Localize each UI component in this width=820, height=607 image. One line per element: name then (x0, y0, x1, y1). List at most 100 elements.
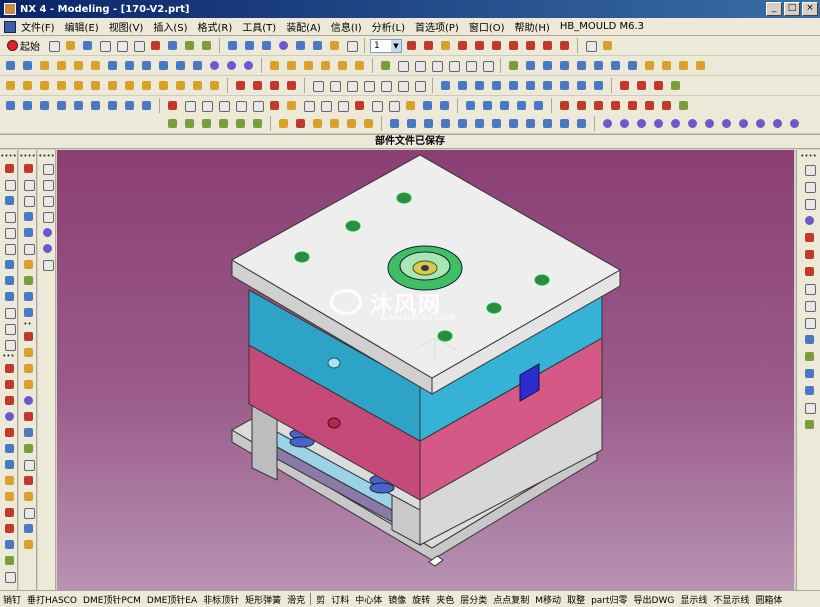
curve-stretch-icon[interactable] (284, 78, 299, 93)
sphere-icon[interactable] (88, 58, 103, 73)
trim-curve-icon[interactable] (122, 78, 137, 93)
intersection-curve-icon[interactable] (54, 78, 69, 93)
cavity-layout-icon[interactable] (71, 98, 86, 113)
side2-tool-10-icon[interactable] (21, 305, 35, 319)
side-tool-9-icon[interactable] (2, 289, 16, 303)
pad-icon[interactable] (156, 58, 171, 73)
cut-icon[interactable] (97, 38, 112, 53)
std-part-9-icon[interactable] (523, 116, 538, 131)
screw-11-icon[interactable] (770, 116, 785, 131)
side-tool-21-icon[interactable] (2, 489, 16, 503)
cross-section-icon[interactable] (327, 116, 342, 131)
trim-mould-icon[interactable] (318, 98, 333, 113)
side2-tool-23-icon[interactable] (21, 521, 35, 535)
polygon-icon[interactable] (327, 78, 342, 93)
screw-7-icon[interactable] (702, 116, 717, 131)
tool-dme-ea[interactable]: DME顶针EA (144, 593, 200, 606)
thickness-analysis-icon[interactable] (199, 116, 214, 131)
side-tool-14-icon[interactable] (2, 377, 16, 391)
screw-3-icon[interactable] (634, 116, 649, 131)
sketch-icon[interactable] (506, 58, 521, 73)
screw-1-icon[interactable] (600, 116, 615, 131)
side-tool-11-icon[interactable] (2, 321, 16, 335)
curve-tool-icon[interactable] (40, 193, 54, 207)
extrude-icon[interactable] (3, 58, 18, 73)
snap-midpoint-icon[interactable] (472, 38, 487, 53)
select-filter-icon[interactable] (438, 38, 453, 53)
toolbar-grip[interactable]: •••• (0, 153, 17, 160)
tool-nonstd-pin[interactable]: 非标顶针 (200, 593, 242, 606)
workpiece-icon[interactable] (54, 98, 69, 113)
side-tool-3-icon[interactable] (2, 193, 16, 207)
right-tool-7-icon[interactable] (802, 264, 816, 278)
screw-10-icon[interactable] (753, 116, 768, 131)
information-icon[interactable] (617, 78, 632, 93)
right-tool-1-icon[interactable] (802, 162, 816, 176)
side2-tool-24-icon[interactable] (21, 537, 35, 551)
intersect-icon[interactable] (241, 58, 256, 73)
menu-analysis[interactable]: 分析(L) (367, 19, 410, 34)
hole-table-icon[interactable] (403, 98, 418, 113)
arc-icon[interactable] (446, 58, 461, 73)
right-tool-15-icon[interactable] (802, 400, 816, 414)
side-tool-26-icon[interactable] (2, 569, 16, 583)
side-tool-23-icon[interactable] (2, 521, 16, 535)
side-tool-15-icon[interactable] (2, 393, 16, 407)
curve-length-icon[interactable] (250, 78, 265, 93)
datum-plane-icon[interactable] (378, 58, 393, 73)
n-sided-surface-icon[interactable] (523, 78, 538, 93)
unite-icon[interactable] (207, 58, 222, 73)
draft-icon[interactable] (318, 58, 333, 73)
std-part-10-icon[interactable] (540, 116, 555, 131)
render-style-icon[interactable] (344, 38, 359, 53)
hole-icon[interactable] (105, 58, 120, 73)
electrode-icon[interactable] (301, 98, 316, 113)
wave-link-icon[interactable] (276, 116, 291, 131)
right-tool-12-icon[interactable] (802, 349, 816, 363)
curve-edit-icon[interactable] (233, 78, 248, 93)
datum-axis-icon[interactable] (395, 58, 410, 73)
right-tool-13-icon[interactable] (802, 366, 816, 380)
zoom-window-icon[interactable] (259, 38, 274, 53)
menu-format[interactable]: 格式(R) (193, 19, 238, 34)
wrap-curve-icon[interactable] (190, 78, 205, 93)
hb-mould-8-icon[interactable] (676, 98, 691, 113)
hb-mould-6-icon[interactable] (642, 98, 657, 113)
text-icon[interactable] (480, 58, 495, 73)
explode-icon[interactable] (344, 116, 359, 131)
side2-tool-13-icon[interactable] (21, 361, 35, 375)
split-body-icon[interactable] (352, 58, 367, 73)
new-file-icon[interactable] (46, 38, 61, 53)
cross-tool-icon[interactable] (40, 257, 54, 271)
fit-view-icon[interactable] (225, 38, 240, 53)
delete-face-icon[interactable] (574, 58, 589, 73)
side2-tool-16-icon[interactable] (21, 409, 35, 423)
side2-tool-1-icon[interactable] (21, 161, 35, 175)
snap-intersection-icon[interactable] (523, 38, 538, 53)
copy-icon[interactable] (114, 38, 129, 53)
basic-curve-icon[interactable] (310, 78, 325, 93)
slope-analysis-icon[interactable] (250, 116, 265, 131)
toolbar-grip[interactable]: •••• (38, 153, 55, 160)
swept-icon[interactable] (472, 78, 487, 93)
work-layer-select[interactable]: 1 ▼ (370, 38, 402, 53)
tool-rotate[interactable]: 旋转 (409, 593, 433, 606)
ejector-pin-icon[interactable] (182, 98, 197, 113)
mate-component-icon[interactable] (497, 98, 512, 113)
line-icon[interactable] (429, 58, 444, 73)
fillet-curve-icon[interactable] (156, 78, 171, 93)
undo-icon[interactable] (165, 38, 180, 53)
pocket-icon[interactable] (139, 58, 154, 73)
right-tool-9-icon[interactable] (802, 298, 816, 312)
general-conic-icon[interactable] (412, 78, 427, 93)
side-tool-1-icon[interactable] (2, 161, 16, 175)
side-tool-8-icon[interactable] (2, 273, 16, 287)
patch-icon[interactable] (625, 58, 640, 73)
snap-point-icon[interactable] (540, 38, 555, 53)
shrinkage-icon[interactable] (37, 98, 52, 113)
ruled-icon[interactable] (489, 78, 504, 93)
divide-curve-icon[interactable] (139, 78, 154, 93)
screw-6-icon[interactable] (685, 116, 700, 131)
menu-assemblies[interactable]: 装配(A) (281, 19, 326, 34)
sew-icon[interactable] (608, 58, 623, 73)
